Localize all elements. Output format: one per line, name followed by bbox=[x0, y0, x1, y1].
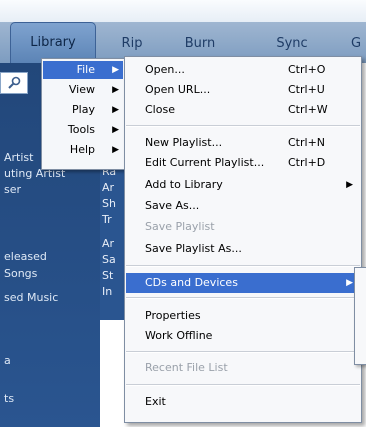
menu-separator bbox=[126, 297, 360, 299]
menu-shortcut: Ctrl+W bbox=[288, 103, 328, 116]
menu-item-close[interactable]: Close Ctrl+W bbox=[126, 100, 360, 120]
menu-item-label: Play bbox=[72, 103, 95, 116]
nav-item[interactable]: Songs bbox=[4, 267, 37, 280]
menu-item-open[interactable]: Open... Ctrl+O bbox=[126, 60, 360, 80]
menu-shortcut: Ctrl+N bbox=[288, 136, 326, 149]
list-item: Tr bbox=[102, 213, 112, 226]
menu-item-play[interactable]: Play ▶ bbox=[43, 101, 123, 119]
menu-item-label: Help bbox=[69, 143, 95, 156]
menu-item-label: Add to Library bbox=[145, 178, 223, 191]
menu-separator bbox=[126, 384, 360, 386]
menu-item-label: Open... bbox=[145, 63, 185, 76]
menu-item-edit-playlist[interactable]: Edit Current Playlist... Ctrl+D bbox=[126, 153, 360, 173]
file-menu: Open... Ctrl+O Open URL... Ctrl+U Close … bbox=[124, 56, 362, 423]
menu-item-view[interactable]: View ▶ bbox=[43, 81, 123, 99]
menu-item-cds-and-devices[interactable]: CDs and Devices ▶ bbox=[126, 273, 360, 293]
menu-item-label: Recent File List bbox=[145, 361, 228, 374]
search-box[interactable] bbox=[0, 72, 28, 94]
submenu-arrow-icon: ▶ bbox=[112, 85, 119, 95]
menu-item-label: View bbox=[68, 83, 95, 96]
submenu-arrow-icon: ▶ bbox=[112, 125, 119, 135]
submenu-arrow-icon: ▶ bbox=[346, 180, 353, 190]
menu-item-label: File bbox=[76, 63, 95, 76]
menu-separator bbox=[126, 351, 360, 353]
tab-burn[interactable]: Burn bbox=[176, 30, 224, 58]
nav-item[interactable]: ser bbox=[4, 183, 21, 196]
menu-item-label: Tools bbox=[67, 123, 95, 136]
menu-item-label: Open URL... bbox=[145, 83, 211, 96]
nav-item[interactable]: eleased bbox=[4, 250, 47, 263]
list-item: Sh bbox=[102, 197, 116, 210]
list-item: In bbox=[102, 285, 113, 298]
menu-item-recent-file-list[interactable]: Recent File List bbox=[126, 358, 360, 378]
menu-shortcut: Ctrl+U bbox=[288, 83, 325, 96]
menu-item-help[interactable]: Help ▶ bbox=[43, 141, 123, 159]
menu-separator bbox=[126, 265, 360, 267]
menu-shortcut: Ctrl+O bbox=[288, 63, 326, 76]
menu-shortcut: Ctrl+D bbox=[288, 156, 326, 169]
menu-item-add-to-library[interactable]: Add to Library ▶ bbox=[126, 175, 360, 195]
main-menu: File ▶ View ▶ Play ▶ Tools ▶ Help ▶ bbox=[41, 58, 125, 170]
menu-item-save-as[interactable]: Save As... bbox=[126, 196, 360, 216]
menu-separator bbox=[126, 125, 360, 127]
tab-sync[interactable]: Sync bbox=[268, 30, 316, 58]
menu-item-label: Save Playlist bbox=[145, 220, 215, 233]
submenu-arrow-icon: ▶ bbox=[346, 278, 353, 288]
menu-item-label: New Playlist... bbox=[145, 136, 223, 149]
tab-rip[interactable]: Rip bbox=[112, 30, 152, 58]
menu-item-label: Work Offline bbox=[145, 329, 213, 342]
menu-item-label: Close bbox=[145, 103, 175, 116]
submenu-arrow-icon: ▶ bbox=[112, 105, 119, 115]
tab-more[interactable]: G bbox=[346, 30, 366, 58]
menu-item-label: Properties bbox=[145, 309, 201, 322]
nav-item[interactable]: ts bbox=[4, 392, 14, 405]
submenu-arrow-icon: ▶ bbox=[112, 65, 119, 75]
nav-item[interactable]: sed Music bbox=[4, 291, 58, 304]
menu-item-save-playlist-as[interactable]: Save Playlist As... bbox=[126, 239, 360, 259]
list-item: Ar bbox=[102, 237, 115, 250]
title-bar bbox=[0, 0, 366, 22]
menu-item-open-url[interactable]: Open URL... Ctrl+U bbox=[126, 80, 360, 100]
menu-item-work-offline[interactable]: Work Offline bbox=[126, 326, 360, 346]
menu-item-properties[interactable]: Properties bbox=[126, 306, 360, 326]
search-icon bbox=[8, 76, 21, 89]
list-item: Ar bbox=[102, 181, 115, 194]
list-item: St bbox=[102, 269, 114, 282]
cds-devices-submenu bbox=[354, 267, 366, 365]
nav-item[interactable]: Artist bbox=[4, 151, 33, 164]
menu-item-label: Exit bbox=[145, 395, 166, 408]
menu-item-tools[interactable]: Tools ▶ bbox=[43, 121, 123, 139]
list-item: Sa bbox=[102, 253, 116, 266]
menu-item-save-playlist[interactable]: Save Playlist bbox=[126, 217, 360, 237]
menu-item-new-playlist[interactable]: New Playlist... Ctrl+N bbox=[126, 133, 360, 153]
menu-item-label: CDs and Devices bbox=[145, 276, 238, 289]
tab-library[interactable]: Library bbox=[10, 22, 96, 63]
menu-item-exit[interactable]: Exit bbox=[126, 392, 360, 412]
menu-item-label: Edit Current Playlist... bbox=[145, 156, 265, 169]
nav-item[interactable]: a bbox=[4, 354, 11, 367]
menu-item-file[interactable]: File ▶ bbox=[43, 61, 123, 79]
menu-item-label: Save Playlist As... bbox=[145, 242, 242, 255]
menu-item-label: Save As... bbox=[145, 199, 200, 212]
submenu-arrow-icon: ▶ bbox=[112, 145, 119, 155]
